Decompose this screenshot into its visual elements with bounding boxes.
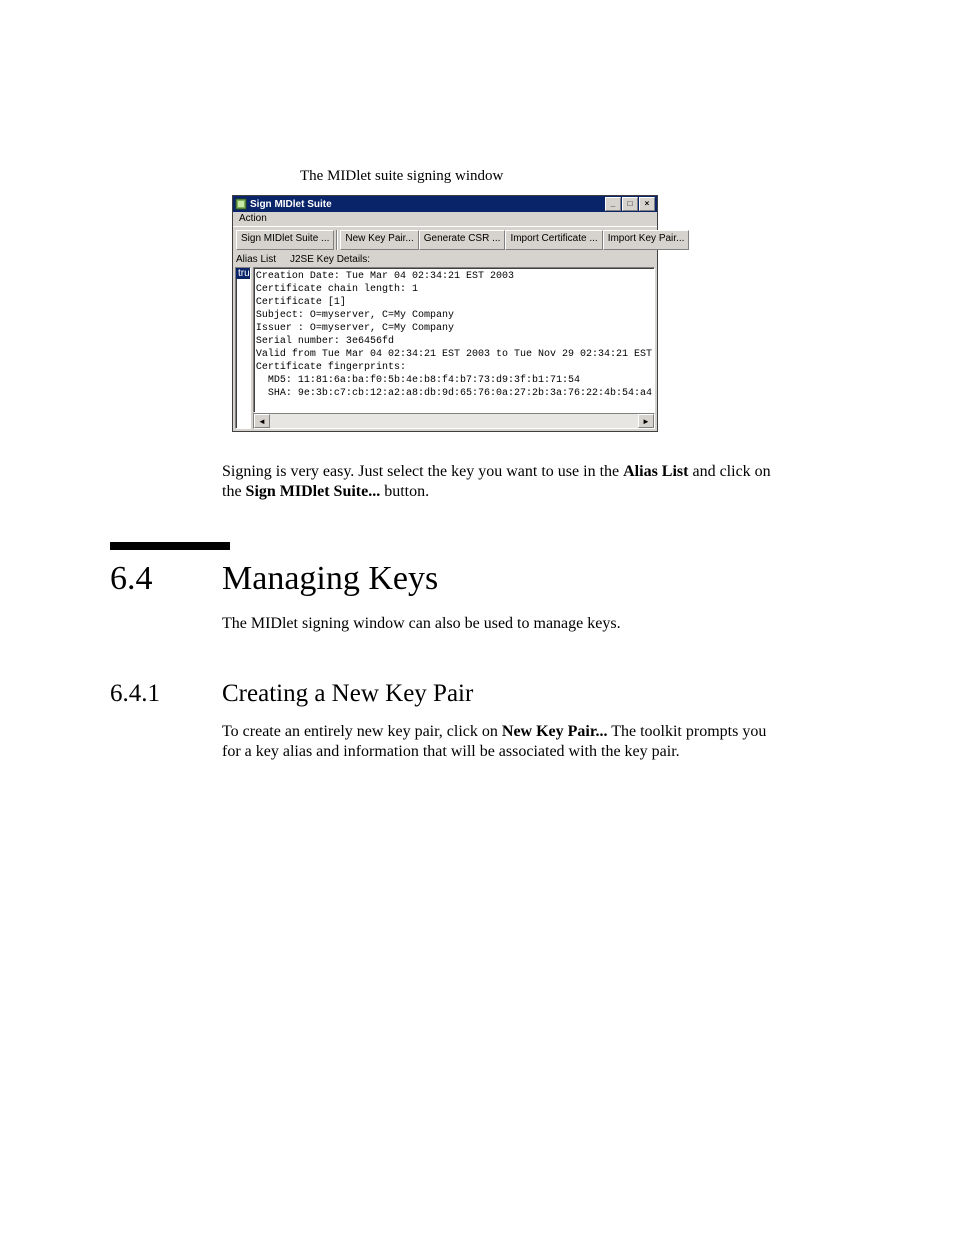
- menu-bar: Action: [233, 212, 657, 226]
- menu-action[interactable]: Action: [237, 213, 269, 224]
- toolbar-separator: [336, 230, 338, 250]
- scroll-left-icon[interactable]: ◄: [254, 414, 270, 428]
- sign-midlet-suite-window: Sign MIDlet Suite _ □ × Action Sign MIDl…: [232, 195, 658, 432]
- section-title: Managing Keys: [222, 560, 438, 598]
- alias-item[interactable]: trustedkey: [236, 268, 250, 279]
- import-key-pair-button[interactable]: Import Key Pair...: [603, 230, 690, 250]
- minimize-button[interactable]: _: [605, 197, 621, 211]
- figure-caption: The MIDlet suite signing window: [300, 168, 503, 185]
- maximize-button[interactable]: □: [622, 197, 638, 211]
- new-key-pair-button[interactable]: New Key Pair...: [340, 230, 418, 250]
- scroll-right-icon[interactable]: ►: [638, 414, 654, 428]
- generate-csr-button[interactable]: Generate CSR ...: [419, 230, 506, 250]
- subsection-title: Creating a New Key Pair: [222, 680, 473, 708]
- window-title: Sign MIDlet Suite: [250, 199, 605, 210]
- window-titlebar: Sign MIDlet Suite _ □ ×: [233, 196, 657, 212]
- subsection-number: 6.4.1: [110, 680, 222, 708]
- section-rule: [110, 542, 230, 550]
- alias-list[interactable]: trustedkey: [235, 267, 251, 429]
- sign-midlet-suite-button[interactable]: Sign MIDlet Suite ...: [236, 230, 334, 250]
- subsection-heading: 6.4.1 Creating a New Key Pair: [110, 680, 800, 708]
- body-paragraph: Signing is very easy. Just select the ke…: [222, 462, 794, 502]
- scroll-track[interactable]: [270, 414, 638, 428]
- key-details-text: Creation Date: Tue Mar 04 02:34:21 EST 2…: [253, 267, 655, 413]
- section-paragraph: The MIDlet signing window can also be us…: [222, 614, 782, 634]
- section-heading: 6.4 Managing Keys: [110, 560, 800, 598]
- section-number: 6.4: [110, 560, 222, 598]
- toolbar: Sign MIDlet Suite ... New Key Pair... Ge…: [233, 226, 657, 253]
- import-certificate-button[interactable]: Import Certificate ...: [505, 230, 602, 250]
- key-details-label: J2SE Key Details:: [287, 253, 657, 266]
- alias-list-label: Alias List: [233, 253, 287, 266]
- horizontal-scrollbar[interactable]: ◄ ►: [253, 413, 655, 429]
- close-button[interactable]: ×: [639, 197, 655, 211]
- subsection-paragraph: To create an entirely new key pair, clic…: [222, 722, 782, 762]
- app-icon: [235, 198, 247, 210]
